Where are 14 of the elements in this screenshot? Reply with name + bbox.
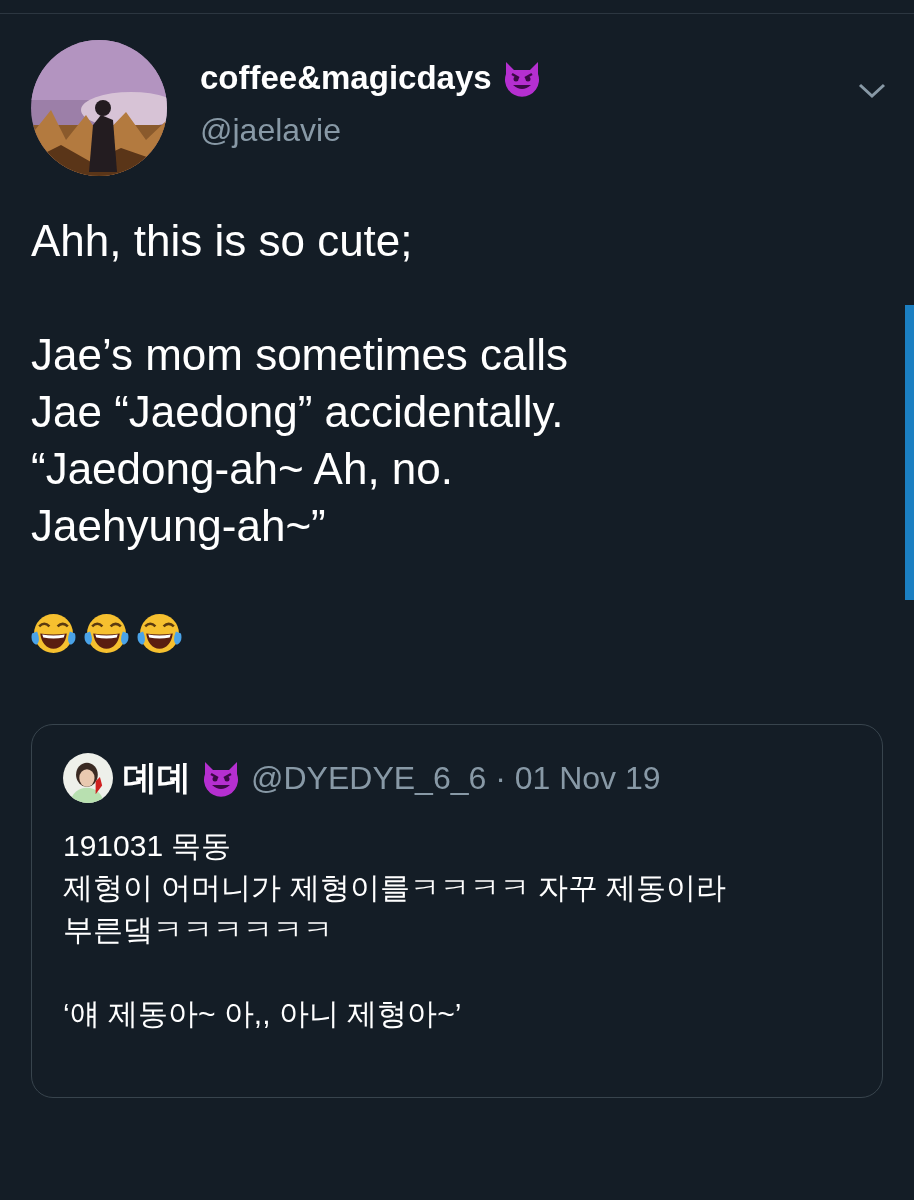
tweet-text: Jae’s mom sometimes calls Jae “Jaedong” accidentally. “Jaedong-ah~ Ah, no. Jaehyung-ah~” bbox=[31, 329, 570, 552]
user-handle: @jaelavie bbox=[200, 112, 342, 149]
chevron-down-icon[interactable] bbox=[858, 82, 886, 100]
tweet-text: Ahh, this is so cute; bbox=[31, 215, 414, 267]
laughing-emoji-icon bbox=[84, 611, 129, 656]
display-name: 뎨뎨 bbox=[123, 757, 191, 798]
quoted-text: ‘얘 제동아~ 아,, 아니 제형아~’ bbox=[63, 996, 463, 1032]
quoted-tweet-card[interactable]: 뎨뎨 @DYEDYE_6_6 · 01 Nov 19 191031 목동 제형이 어머니가 제형이를ㅋㅋㅋㅋ 자꾸 제동이라 부른댘ㅋㅋㅋㅋㅋㅋ ‘얘 제동아~ 아,, 아니 제형아~’ bbox=[31, 724, 883, 1098]
scroll-bar[interactable] bbox=[905, 305, 914, 600]
laughing-emoji-icon bbox=[137, 611, 182, 656]
display-name: coffee&magicdays bbox=[200, 59, 492, 97]
laughing-emoji-icon bbox=[31, 611, 76, 656]
quoted-text: 191031 목동 제형이 어머니가 제형이를ㅋㅋㅋㅋ 자꾸 제동이라 부른댘ㅋㅋㅋㅋㅋㅋ bbox=[63, 828, 728, 948]
handle-and-date: @DYEDYE_6_6 · 01 Nov 19 bbox=[251, 759, 661, 797]
